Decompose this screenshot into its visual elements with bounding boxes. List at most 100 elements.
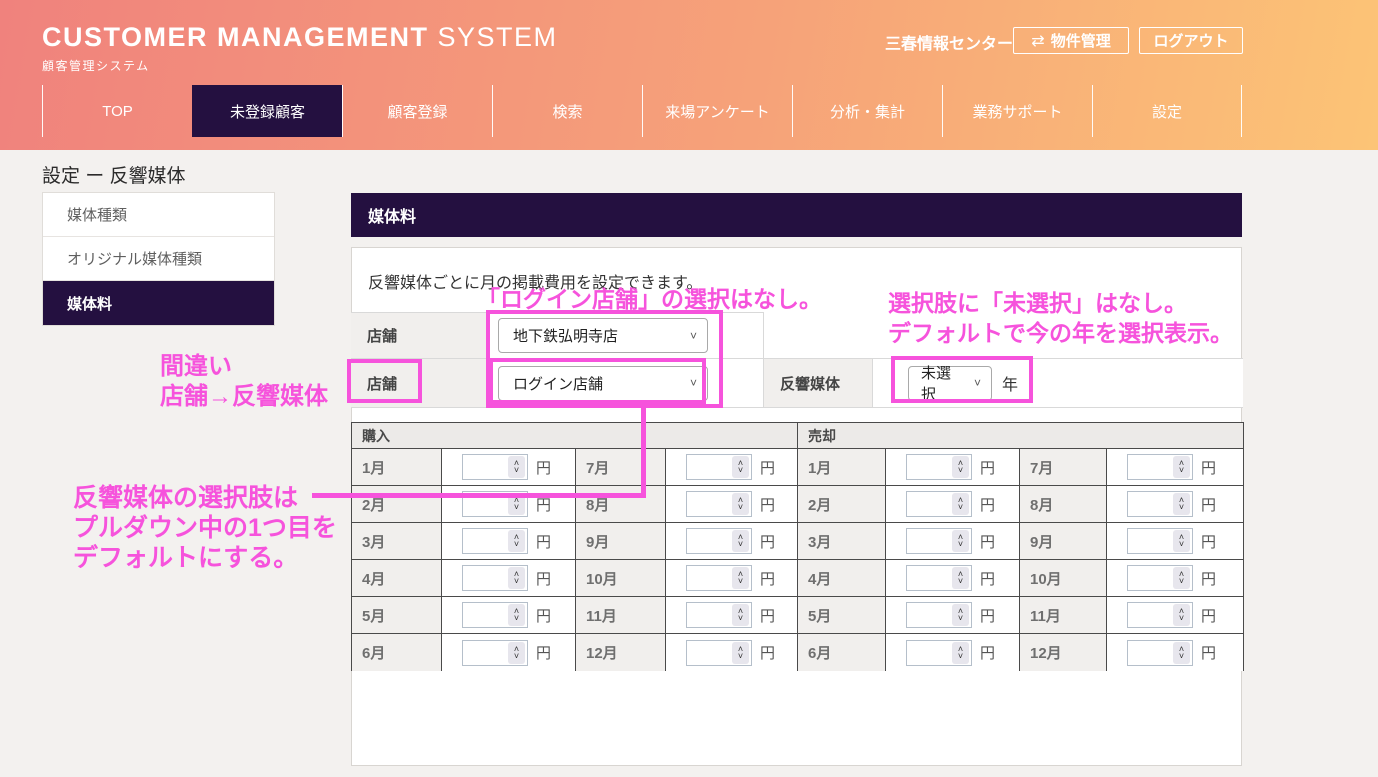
number-spinner-icon[interactable]: ˄˅ bbox=[732, 642, 749, 664]
price-input[interactable]: ˄˅ bbox=[462, 602, 528, 628]
price-input[interactable]: ˄˅ bbox=[462, 454, 528, 480]
number-spinner-icon[interactable]: ˄˅ bbox=[732, 530, 749, 552]
price-input[interactable]: ˄˅ bbox=[686, 565, 752, 591]
price-input[interactable]: ˄˅ bbox=[1127, 640, 1193, 666]
unit-label: 円 bbox=[536, 457, 551, 478]
price-input[interactable]: ˄˅ bbox=[906, 454, 972, 480]
price-input-cell: ˄˅円 bbox=[1107, 486, 1243, 523]
nav-item-visit-survey[interactable]: 来場アンケート bbox=[642, 85, 792, 137]
sidebar-item-media-fee[interactable]: 媒体料 bbox=[43, 281, 274, 325]
price-input[interactable]: ˄˅ bbox=[1127, 565, 1193, 591]
nav-item-unregistered-customers[interactable]: 未登録顧客 bbox=[192, 85, 342, 137]
month-label: 4月 bbox=[352, 560, 442, 597]
number-spinner-icon[interactable]: ˄˅ bbox=[508, 604, 525, 626]
price-input[interactable]: ˄˅ bbox=[1127, 491, 1193, 517]
unit-label: 円 bbox=[760, 457, 775, 478]
month-label: 10月 bbox=[1020, 560, 1107, 597]
price-input[interactable]: ˄˅ bbox=[1127, 602, 1193, 628]
nav-item-business-support[interactable]: 業務サポート bbox=[942, 85, 1092, 137]
logout-button[interactable]: ログアウト bbox=[1139, 27, 1243, 54]
nav-item-analysis[interactable]: 分析・集計 bbox=[792, 85, 942, 137]
price-input[interactable]: ˄˅ bbox=[906, 640, 972, 666]
unit-label: 円 bbox=[760, 494, 775, 515]
number-spinner-icon[interactable]: ˄˅ bbox=[508, 567, 525, 589]
month-label: 1月 bbox=[352, 449, 442, 486]
price-input-cell: ˄˅ 円 bbox=[666, 634, 798, 671]
nav-item-customer-registration[interactable]: 顧客登録 bbox=[342, 85, 492, 137]
price-input-cell: ˄˅円 bbox=[886, 486, 1020, 523]
annotation-default-line2: プルダウン中の1つ目を bbox=[73, 513, 337, 543]
month-label: 10月 bbox=[576, 560, 666, 597]
number-spinner-icon[interactable]: ˄˅ bbox=[508, 493, 525, 515]
app-title: CUSTOMER MANAGEMENT SYSTEM bbox=[42, 22, 558, 53]
price-input-cell: ˄˅ 円 bbox=[886, 560, 1020, 597]
price-input[interactable]: ˄˅ bbox=[906, 565, 972, 591]
price-input-cell: ˄˅円 bbox=[1107, 634, 1243, 671]
price-input[interactable]: ˄˅ bbox=[686, 528, 752, 554]
number-spinner-icon[interactable]: ˄˅ bbox=[952, 604, 969, 626]
number-spinner-icon[interactable]: ˄˅ bbox=[1173, 604, 1190, 626]
shop-label-1: 店舗 bbox=[351, 313, 487, 358]
annotation-year-line2: デフォルトで今の年を選択表示。 bbox=[888, 318, 1233, 348]
price-input[interactable]: ˄˅ bbox=[906, 602, 972, 628]
year-select[interactable]: 未選択 ˅ bbox=[908, 366, 992, 401]
number-spinner-icon[interactable]: ˄˅ bbox=[1173, 567, 1190, 589]
price-input[interactable]: ˄˅ bbox=[686, 640, 752, 666]
number-spinner-icon[interactable]: ˄˅ bbox=[1173, 456, 1190, 478]
number-spinner-icon[interactable]: ˄˅ bbox=[508, 642, 525, 664]
shop-select-1[interactable]: 地下鉄弘明寺店 ˅ bbox=[498, 318, 708, 353]
nav-item-settings[interactable]: 設定 bbox=[1092, 85, 1242, 137]
price-input[interactable]: ˄˅ bbox=[462, 491, 528, 517]
nav-item-top[interactable]: TOP bbox=[42, 85, 192, 137]
app-header: CUSTOMER MANAGEMENT SYSTEM 顧客管理システム 三春情報… bbox=[0, 0, 1378, 150]
property-management-button[interactable]: ⇄ 物件管理 bbox=[1013, 27, 1129, 54]
number-spinner-icon[interactable]: ˄˅ bbox=[732, 567, 749, 589]
price-input[interactable]: ˄˅ bbox=[462, 565, 528, 591]
price-input[interactable]: ˄˅ bbox=[1127, 528, 1193, 554]
number-spinner-icon[interactable]: ˄˅ bbox=[732, 604, 749, 626]
number-spinner-icon[interactable]: ˄˅ bbox=[1173, 642, 1190, 664]
shop-select-2[interactable]: ログイン店舗 ˅ bbox=[498, 366, 708, 401]
price-input[interactable]: ˄˅ bbox=[686, 491, 752, 517]
sidebar-item-media-type[interactable]: 媒体種類 bbox=[43, 193, 274, 237]
number-spinner-icon[interactable]: ˄˅ bbox=[732, 456, 749, 478]
annotation-year-line1: 選択肢に「未選択」はなし。 bbox=[888, 288, 1233, 318]
price-input[interactable]: ˄˅ bbox=[1127, 454, 1193, 480]
unit-label: 円 bbox=[536, 531, 551, 552]
price-input[interactable]: ˄˅ bbox=[906, 528, 972, 554]
price-input[interactable]: ˄˅ bbox=[906, 491, 972, 517]
month-label: 8月 bbox=[576, 486, 666, 523]
number-spinner-icon[interactable]: ˄˅ bbox=[952, 530, 969, 552]
price-input[interactable]: ˄˅ bbox=[686, 454, 752, 480]
unit-label: 円 bbox=[536, 568, 551, 589]
month-label: 1月 bbox=[798, 449, 886, 486]
price-input-cell: ˄˅円 bbox=[442, 634, 576, 671]
unit-label: 円 bbox=[1201, 531, 1216, 552]
number-spinner-icon[interactable]: ˄˅ bbox=[732, 493, 749, 515]
price-input[interactable]: ˄˅ bbox=[462, 528, 528, 554]
price-input-cell: ˄˅ 円 bbox=[442, 523, 576, 560]
annotation-mistake-line2: 店舗→反響媒体 bbox=[160, 382, 328, 412]
number-spinner-icon[interactable]: ˄˅ bbox=[952, 642, 969, 664]
page: CUSTOMER MANAGEMENT SYSTEM 顧客管理システム 三春情報… bbox=[0, 0, 1378, 777]
unit-label: 円 bbox=[980, 568, 995, 589]
price-input-cell: ˄˅円 bbox=[442, 486, 576, 523]
nav-item-search[interactable]: 検索 bbox=[492, 85, 642, 137]
price-input-cell: ˄˅円 bbox=[1107, 560, 1243, 597]
number-spinner-icon[interactable]: ˄˅ bbox=[508, 530, 525, 552]
number-spinner-icon[interactable]: ˄˅ bbox=[1173, 530, 1190, 552]
number-spinner-icon[interactable]: ˄˅ bbox=[952, 567, 969, 589]
number-spinner-icon[interactable]: ˄˅ bbox=[952, 456, 969, 478]
sidebar-item-original-media-type[interactable]: オリジナル媒体種類 bbox=[43, 237, 274, 281]
price-input[interactable]: ˄˅ bbox=[686, 602, 752, 628]
price-input-cell: ˄˅円 bbox=[666, 597, 798, 634]
month-label: 5月 bbox=[352, 597, 442, 634]
month-label: 12月 bbox=[1020, 634, 1107, 671]
number-spinner-icon[interactable]: ˄˅ bbox=[1173, 493, 1190, 515]
annotation-default-line3: デフォルトにする。 bbox=[73, 543, 337, 573]
response-media-label: 反響媒体 bbox=[764, 359, 873, 407]
price-input[interactable]: ˄˅ bbox=[462, 640, 528, 666]
number-spinner-icon[interactable]: ˄˅ bbox=[508, 456, 525, 478]
unit-label: 円 bbox=[760, 642, 775, 663]
number-spinner-icon[interactable]: ˄˅ bbox=[952, 493, 969, 515]
